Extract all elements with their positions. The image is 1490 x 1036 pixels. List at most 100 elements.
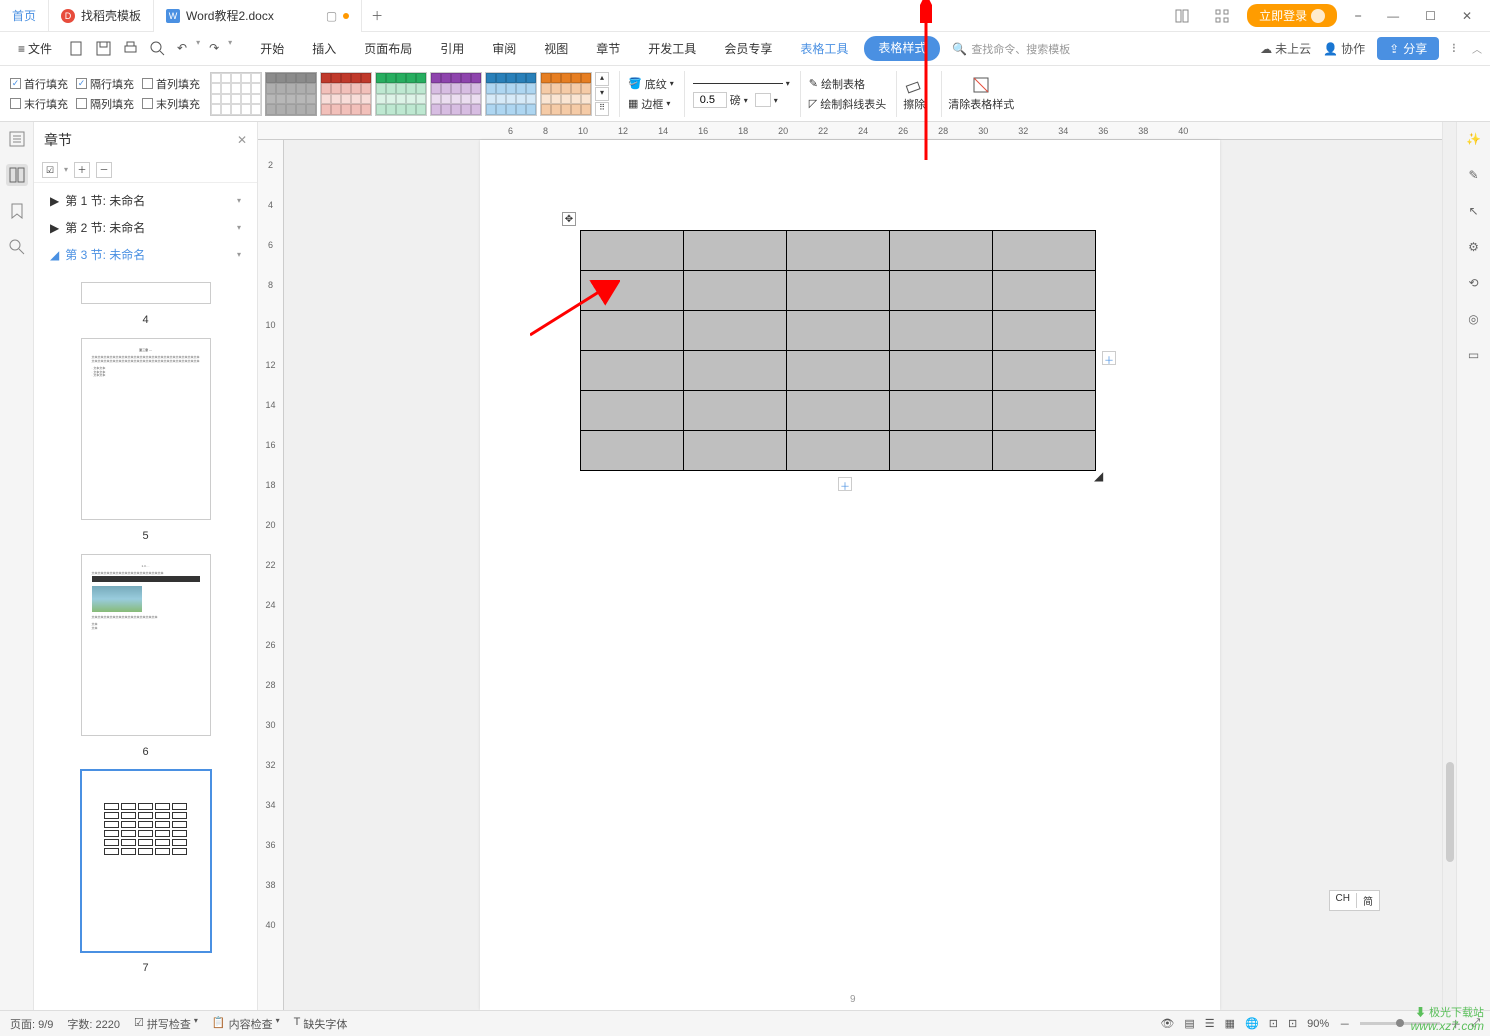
horizontal-ruler[interactable]: 6810121416182022242628303234363840 — [258, 122, 1442, 140]
status-words[interactable]: 字数: 2220 — [67, 1016, 120, 1032]
new-tab-button[interactable]: ＋ — [362, 7, 392, 24]
menu-view[interactable]: 视图 — [532, 36, 580, 61]
close-button[interactable]: ✕ — [1454, 9, 1480, 23]
selected-table[interactable]: ✥ ＋ ＋ ◢ — [580, 230, 1096, 471]
chk-last-col[interactable]: 末列填充 — [142, 96, 200, 112]
tab-home[interactable]: 首页 — [0, 0, 49, 32]
chk-last-row[interactable]: 末行填充 — [10, 96, 68, 112]
section-3[interactable]: ◢第 3 节: 未命名▾ — [34, 241, 257, 268]
scrollbar-thumb[interactable] — [1446, 762, 1454, 862]
vertical-ruler[interactable]: 246810121416182022242628303234363840 — [258, 140, 284, 1010]
add-row-icon[interactable]: ＋ — [838, 477, 852, 491]
chk-alt-row[interactable]: ✓隔行填充 — [76, 76, 134, 92]
maximize-button[interactable]: ☐ — [1417, 9, 1444, 23]
rail-translate-icon[interactable]: ⟲ — [1463, 272, 1485, 294]
menu-start[interactable]: 开始 — [248, 36, 296, 61]
menu-reference[interactable]: 引用 — [428, 36, 476, 61]
more-icon[interactable]: ⠇ — [1451, 42, 1460, 56]
login-button[interactable]: 立即登录 — [1247, 4, 1337, 27]
view-globe-icon[interactable]: 🌐 — [1245, 1017, 1259, 1030]
menu-section[interactable]: 章节 — [584, 36, 632, 61]
menu-devtools[interactable]: 开发工具 — [636, 36, 708, 61]
share-button[interactable]: ⇪分享 — [1377, 37, 1439, 60]
thumb-4[interactable] — [81, 282, 211, 304]
table-style-gallery[interactable]: ▴ ▾ ⠿ — [210, 72, 609, 116]
style-more-icon[interactable]: ⠿ — [595, 102, 609, 116]
status-font[interactable]: T缺失字体 — [294, 1016, 348, 1032]
nav-close-icon[interactable]: ✕ — [237, 133, 247, 147]
view-web-icon[interactable]: ▦ — [1225, 1017, 1235, 1030]
file-menu[interactable]: ≡文件 — [8, 36, 62, 61]
menu-layout[interactable]: 页面布局 — [352, 36, 424, 61]
apps-icon[interactable] — [1207, 9, 1237, 23]
tab-document-active[interactable]: W Word教程2.docx ▢ — [154, 0, 362, 32]
resize-handle-icon[interactable]: ◢ — [1094, 469, 1102, 477]
nav-tool-add[interactable]: ＋ — [74, 162, 90, 178]
zoom-fit-icon[interactable]: ⊡ — [1288, 1017, 1297, 1030]
rail-pen-icon[interactable]: ✎ — [1463, 164, 1485, 186]
command-search[interactable]: 🔍 查找命令、搜索模板 — [952, 41, 1070, 57]
draw-diagonal-button[interactable]: ◸绘制斜线表头 — [809, 96, 886, 112]
cloud-status[interactable]: ☁未上云 — [1260, 40, 1311, 57]
draw-table-button[interactable]: ✎绘制表格 — [809, 76, 886, 92]
vertical-scrollbar[interactable] — [1442, 122, 1456, 1010]
rail-present-icon[interactable]: ▭ — [1463, 344, 1485, 366]
style-red[interactable] — [320, 72, 372, 116]
rail-bookmark-icon[interactable] — [6, 200, 28, 222]
coop-button[interactable]: 👤协作 — [1323, 40, 1365, 57]
shading-button[interactable]: 🪣底纹▾ — [628, 76, 674, 92]
add-col-icon[interactable]: ＋ — [1102, 351, 1116, 365]
clear-style-button[interactable]: 清除表格样式 — [941, 71, 1020, 117]
style-orange[interactable] — [540, 72, 592, 116]
zoom-value[interactable]: 90% — [1307, 1018, 1329, 1030]
border-button[interactable]: ▦边框▾ — [628, 96, 674, 112]
menu-member[interactable]: 会员专享 — [712, 36, 784, 61]
style-plain[interactable] — [210, 72, 262, 116]
style-gray[interactable] — [265, 72, 317, 116]
status-spell[interactable]: ☑拼写检查▾ — [134, 1016, 198, 1032]
table-move-handle-icon[interactable]: ✥ — [562, 212, 576, 226]
qat-save-icon[interactable] — [93, 38, 114, 59]
thumb-7[interactable] — [81, 770, 211, 952]
qat-print-icon[interactable] — [120, 38, 141, 59]
view-read-icon[interactable]: 👁 — [1160, 1017, 1174, 1030]
nav-tool-check[interactable]: ☑ — [42, 162, 58, 178]
section-1[interactable]: ▶第 1 节: 未命名▾ — [34, 187, 257, 214]
rail-sections-icon[interactable] — [6, 164, 28, 186]
style-purple[interactable] — [430, 72, 482, 116]
menu-review[interactable]: 审阅 — [480, 36, 528, 61]
rail-settings-icon[interactable]: ⚙ — [1463, 236, 1485, 258]
status-content[interactable]: 📋内容检查▾ — [212, 1016, 280, 1032]
line-style-select[interactable]: ▾ — [693, 79, 790, 88]
style-green[interactable] — [375, 72, 427, 116]
style-next-icon[interactable]: ▾ — [595, 87, 609, 101]
table[interactable] — [580, 230, 1096, 471]
menu-insert[interactable]: 插入 — [300, 36, 348, 61]
thumb-5[interactable]: 第三章 ···文本文本文本文本文本文本文本文本文本文本文本文本文本文本文本文本文… — [81, 338, 211, 520]
rail-search-icon[interactable] — [6, 236, 28, 258]
view-print-icon[interactable]: ▤ — [1184, 1017, 1194, 1030]
view-focus-icon[interactable]: ⊡ — [1269, 1017, 1278, 1030]
qat-preview-icon[interactable] — [147, 38, 168, 59]
qat-new-icon[interactable] — [66, 38, 87, 59]
settings-bar-icon[interactable]: ⎯ — [1347, 8, 1369, 23]
document-canvas[interactable]: 6810121416182022242628303234363840 24681… — [258, 122, 1442, 1010]
style-prev-icon[interactable]: ▴ — [595, 72, 609, 86]
page[interactable]: ✥ ＋ ＋ ◢ 9 — [480, 140, 1220, 1010]
qat-undo-icon[interactable]: ↶ — [174, 38, 190, 59]
chk-alt-col[interactable]: 隔列填充 — [76, 96, 134, 112]
layout-icon[interactable] — [1167, 9, 1197, 23]
section-2[interactable]: ▶第 2 节: 未命名▾ — [34, 214, 257, 241]
qat-redo-icon[interactable]: ↷ — [206, 38, 222, 59]
status-page[interactable]: 页面: 9/9 — [10, 1016, 53, 1032]
minimize-button[interactable]: — — [1379, 9, 1407, 23]
thumb-6[interactable]: 1.3.···文本文本文本文本文本文本文本文本文本文本文本文本文本文本文本文本文… — [81, 554, 211, 736]
line-width-input[interactable] — [693, 92, 727, 108]
view-outline-icon[interactable]: ☰ — [1205, 1017, 1215, 1030]
nav-tool-remove[interactable]: － — [96, 162, 112, 178]
tab-preview-icon[interactable]: ▢ — [326, 9, 337, 23]
chk-first-row[interactable]: ✓首行填充 — [10, 76, 68, 92]
rail-assistant-icon[interactable]: ✨ — [1463, 128, 1485, 150]
collapse-ribbon-icon[interactable]: ︿ — [1472, 41, 1482, 56]
line-color-button[interactable] — [755, 93, 771, 107]
